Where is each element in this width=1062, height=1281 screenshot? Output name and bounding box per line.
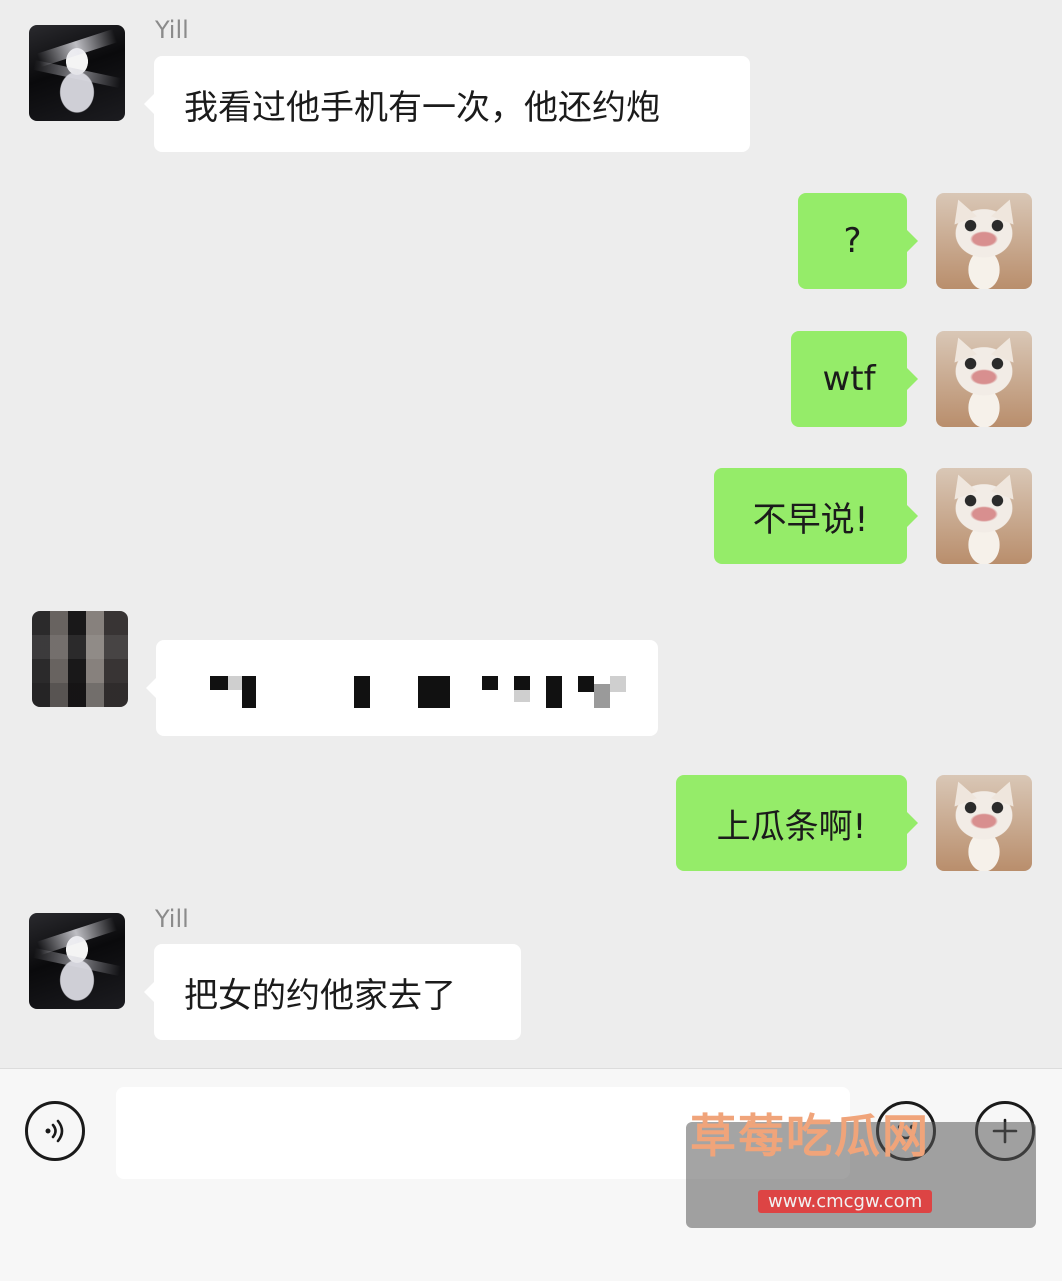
sender-name: Yill [155,16,189,44]
voice-button[interactable] [25,1101,85,1161]
message-bubble-outgoing[interactable]: 上瓜条啊! [676,775,918,871]
avatar-self[interactable] [936,193,1032,289]
censor-pixel [482,676,498,690]
censor-pixel [514,690,530,702]
censor-pixel [546,676,562,708]
censor-pixel [210,676,228,690]
message-bubble-outgoing[interactable]: ? [798,193,918,289]
emoji-icon [896,1124,916,1140]
message-bubble-incoming[interactable]: 把女的约他家去了 [144,944,521,1040]
voice-icon [45,1119,64,1143]
censor-pixel [354,676,370,708]
avatar-self[interactable] [936,468,1032,564]
message-input[interactable] [116,1087,850,1179]
avatar-self[interactable] [936,331,1032,427]
avatar-yill[interactable] [29,913,125,1009]
censor-pixel [418,676,450,708]
censor-pixel [242,676,256,708]
message-bubble-outgoing[interactable]: 不早说! [714,468,918,564]
censor-pixel [578,676,594,692]
message-bubble-incoming[interactable]: 我看过他手机有一次，他还约炮 [144,56,750,152]
censor-pixel [514,676,530,690]
avatar-censored[interactable] [32,611,128,707]
sender-name: Yill [155,905,189,933]
censor-pixel [594,684,610,708]
message-bubble-censored[interactable] [146,640,658,736]
emoji-button[interactable] [876,1101,936,1161]
avatar-yill[interactable] [29,25,125,121]
message-bubble-outgoing[interactable]: wtf [791,331,918,427]
censor-pixel [228,676,242,690]
plus-icon [992,1118,1018,1144]
plus-button[interactable] [975,1101,1035,1161]
avatar-self[interactable] [936,775,1032,871]
censor-pixel [610,676,626,692]
